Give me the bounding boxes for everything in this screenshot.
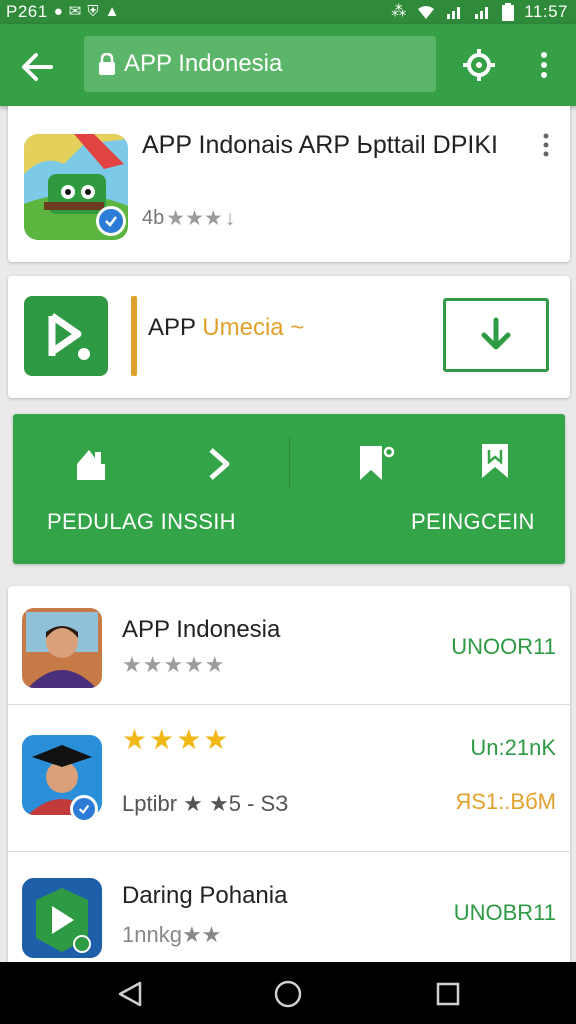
signal-icon-2 xyxy=(475,7,489,19)
rating-suffix: ↓ xyxy=(224,206,236,230)
list-item[interactable]: APP Indonesia ★★★★★ UNOOR11 xyxy=(8,586,570,704)
search-text: APP Indonesia xyxy=(124,50,283,77)
more-vertical-icon xyxy=(543,133,549,157)
overflow-menu-button[interactable] xyxy=(522,42,566,88)
list-item[interactable]: Daring Pohania 1nnkg★★ UNOBR11 xyxy=(8,852,570,966)
list-item-price: UNOBR11 xyxy=(453,900,556,925)
install-label-tail: ~ xyxy=(290,314,305,341)
action-left-label: PEDULAG INSSIH xyxy=(47,509,236,534)
list-item-price: Un:21nK xyxy=(470,735,556,760)
arrow-left-icon xyxy=(22,53,53,81)
wifi-icon xyxy=(418,6,435,19)
notification-icon: ● xyxy=(53,3,63,20)
circle-home-icon xyxy=(274,980,302,1008)
list-item-title: APP Indonesia xyxy=(122,616,281,643)
more-vertical-icon xyxy=(541,52,547,78)
rating-stars: ★★★ xyxy=(166,207,223,230)
rating-prefix: 4b xyxy=(142,207,165,229)
app-detail-card[interactable]: APP Indonais ARP Ьpttail DPIKI 4b ★★★ ↓ xyxy=(8,106,570,262)
android-icon: ▲ xyxy=(104,3,120,20)
bookmark-icon xyxy=(482,444,508,478)
home-icon xyxy=(77,450,105,480)
shield-icon: ⛨ xyxy=(87,3,99,20)
avatar-icon xyxy=(22,608,102,688)
action-divider xyxy=(289,436,290,488)
verified-badge-icon xyxy=(96,206,126,236)
install-card: APP Umecia ~ xyxy=(8,276,570,398)
search-field[interactable]: APP Indonesia xyxy=(84,36,436,92)
list-item-price: UNOOR11 xyxy=(451,634,556,659)
download-arrow-icon xyxy=(481,317,511,350)
list-item-title: Daring Pohania xyxy=(122,882,288,909)
list-item-price-alt: ЯЅ1:.ВбМ xyxy=(455,789,556,814)
status-time: 11:57 xyxy=(524,2,568,21)
home-action-button[interactable] xyxy=(69,442,113,486)
battery-icon xyxy=(502,3,515,21)
bookmark-plus-icon xyxy=(360,446,395,480)
bluetooth-icon: ⁂ xyxy=(391,3,407,20)
app-rating: 4b ★★★ ↓ xyxy=(142,206,235,231)
system-nav-bar xyxy=(0,962,576,1024)
square-recents-icon xyxy=(436,982,460,1006)
lock-icon xyxy=(98,52,116,76)
app-list-card: APP Indonesia ★★★★★ UNOOR11 ★★★★ Lptibr … xyxy=(8,586,570,966)
signal-icon xyxy=(447,7,461,19)
bookmark-button[interactable] xyxy=(473,438,517,484)
status-left-text: P261 xyxy=(6,2,48,21)
accent-bar xyxy=(131,296,137,376)
nav-recents-button[interactable] xyxy=(430,976,466,1012)
mail-icon: ✉ xyxy=(68,3,82,20)
triangle-back-icon xyxy=(118,981,142,1007)
install-label-main: APP xyxy=(148,314,196,341)
status-bar: P261 ● ✉ ⛨ ▲ ⁂ 11:57 xyxy=(0,0,576,24)
app-logo-icon xyxy=(22,878,102,958)
settings-button[interactable] xyxy=(456,42,502,88)
screen: P261 ● ✉ ⛨ ▲ ⁂ 11:57 APP Indonesia APP I… xyxy=(0,0,576,1024)
app-title: APP Indonais ARP Ьpttail DPIKI xyxy=(142,131,498,159)
install-label: APP Umecia ~ xyxy=(148,314,304,342)
list-item-meta: Lptibr ★ ★5 - ЅЗ xyxy=(122,791,289,816)
download-button[interactable] xyxy=(443,298,549,372)
chevron-right-icon xyxy=(209,448,230,480)
card-more-button[interactable] xyxy=(534,128,558,162)
app-logo-icon xyxy=(24,296,108,376)
app-bar: APP Indonesia xyxy=(0,24,576,106)
next-action-button[interactable] xyxy=(197,442,241,486)
verified-badge-icon xyxy=(70,795,98,823)
action-right-label: PEINGCEIN xyxy=(411,509,535,534)
list-item-meta: 1nnkg★★ xyxy=(122,922,222,947)
back-button[interactable] xyxy=(14,44,60,90)
list-item-stars: ★★★★★ xyxy=(122,652,226,677)
nav-home-button[interactable] xyxy=(270,976,306,1012)
list-item[interactable]: ★★★★ Lptibr ★ ★5 - ЅЗ Un:21nK ЯЅ1:.ВбМ xyxy=(8,705,570,851)
gear-icon xyxy=(463,49,495,81)
status-left: P261 ● ✉ ⛨ ▲ xyxy=(6,2,119,22)
install-label-accent: Umecia xyxy=(202,314,284,341)
list-item-stars: ★★★★ xyxy=(122,724,231,755)
status-right: ⁂ 11:57 xyxy=(391,2,568,22)
bookmark-plus-button[interactable] xyxy=(351,440,401,486)
nav-back-button[interactable] xyxy=(112,976,148,1012)
actions-card: PEDULAG INSSIH PEINGCEIN xyxy=(13,414,565,564)
